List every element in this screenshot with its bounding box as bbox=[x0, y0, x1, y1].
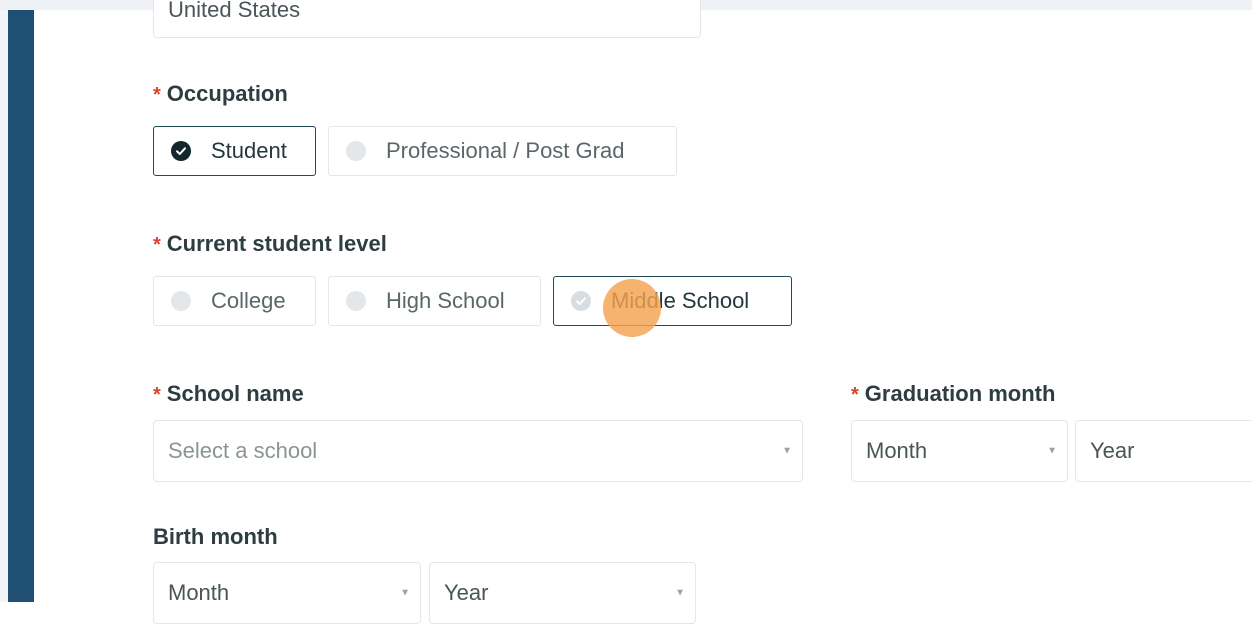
graduation-year-value: Year bbox=[1090, 438, 1135, 463]
graduation-month-label: * Graduation month bbox=[851, 381, 1055, 407]
school-name-label: * School name bbox=[153, 381, 304, 407]
student-level-label-text: Current student level bbox=[166, 231, 387, 256]
graduation-year-select[interactable]: Year bbox=[1075, 420, 1252, 482]
checkmark-circle-icon bbox=[571, 291, 591, 311]
school-select[interactable]: Select a school ▼ bbox=[153, 420, 803, 482]
checkmark-circle-icon bbox=[171, 141, 191, 161]
occupation-label: * Occupation bbox=[153, 81, 288, 107]
chevron-down-icon: ▼ bbox=[400, 587, 410, 599]
country-select[interactable]: United States bbox=[153, 0, 701, 38]
option-label: Professional / Post Grad bbox=[386, 138, 625, 163]
sidebar-accent-bar bbox=[8, 0, 34, 602]
chevron-down-icon: ▼ bbox=[675, 587, 685, 599]
birth-month-select[interactable]: Month ▼ bbox=[153, 562, 421, 624]
graduation-month-label-text: Graduation month bbox=[864, 381, 1056, 406]
school-name-label-text: School name bbox=[166, 381, 304, 406]
occupation-label-text: Occupation bbox=[166, 81, 288, 106]
graduation-month-select[interactable]: Month ▼ bbox=[851, 420, 1068, 482]
occupation-option-professional[interactable]: Professional / Post Grad bbox=[328, 126, 677, 176]
required-asterisk: * bbox=[851, 384, 859, 406]
radio-circle-icon bbox=[346, 291, 366, 311]
option-label: High School bbox=[386, 288, 505, 313]
student-level-option-college[interactable]: College bbox=[153, 276, 316, 326]
graduation-month-value: Month bbox=[866, 438, 928, 463]
required-asterisk: * bbox=[153, 84, 161, 106]
option-label: College bbox=[211, 288, 286, 313]
student-level-option-high-school[interactable]: High School bbox=[328, 276, 541, 326]
country-value: United States bbox=[168, 0, 301, 22]
radio-circle-icon bbox=[171, 291, 191, 311]
birth-month-value: Month bbox=[168, 580, 230, 605]
required-asterisk: * bbox=[153, 234, 161, 256]
birth-month-label-text: Birth month bbox=[153, 524, 278, 549]
chevron-down-icon: ▼ bbox=[1047, 445, 1057, 457]
occupation-option-student[interactable]: Student bbox=[153, 126, 316, 176]
option-label: Middle School bbox=[611, 288, 750, 313]
option-label: Student bbox=[211, 138, 287, 163]
required-asterisk: * bbox=[153, 384, 161, 406]
birth-year-value: Year bbox=[444, 580, 489, 605]
left-gutter bbox=[0, 0, 8, 602]
chevron-down-icon: ▼ bbox=[782, 445, 792, 457]
birth-month-label: Birth month bbox=[153, 524, 278, 550]
school-select-placeholder: Select a school bbox=[168, 438, 318, 463]
student-level-option-middle-school[interactable]: Middle School bbox=[553, 276, 792, 326]
radio-circle-icon bbox=[346, 141, 366, 161]
student-level-label: * Current student level bbox=[153, 231, 387, 257]
birth-year-select[interactable]: Year ▼ bbox=[429, 562, 696, 624]
